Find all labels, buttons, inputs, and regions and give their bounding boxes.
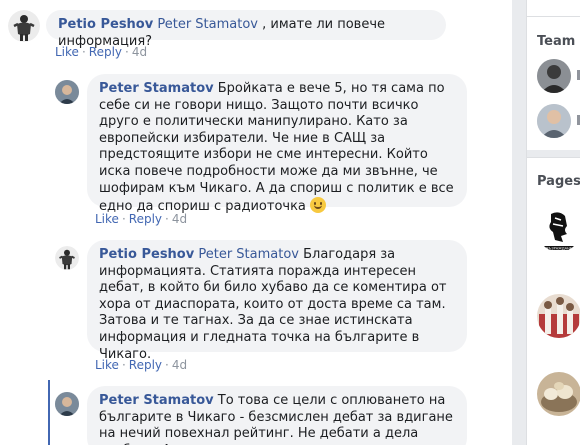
like-link[interactable]: Like <box>55 45 79 59</box>
comment-text: Бройката е вече 5, но тя сама по себе си… <box>99 81 454 215</box>
comment-timestamp[interactable]: 4d <box>172 358 187 372</box>
team-members-title: Team Me <box>537 34 580 49</box>
comment-item: Petio Peshov Peter Stamatov , имате ли п… <box>8 10 446 49</box>
comment-mention[interactable]: Peter Stamatov <box>198 247 299 262</box>
comment-mention[interactable]: Peter Stamatov <box>157 17 258 32</box>
avatar[interactable] <box>55 246 79 270</box>
page-photo-thumbnail[interactable] <box>537 372 580 416</box>
comment-bubble: Petio Peshov Peter Stamatov , имате ли п… <box>46 10 446 49</box>
comment-author[interactable]: Petio Peshov <box>99 247 194 262</box>
sidebar-divider <box>527 157 580 158</box>
like-link[interactable]: Like <box>95 358 119 372</box>
comment-timestamp[interactable]: 4d <box>132 45 147 59</box>
reply-link[interactable]: Reply <box>129 358 162 372</box>
comment-item: Peter Stamatov То това се цели с оплюван… <box>55 386 467 445</box>
comment-bubble: Petio Peshov Peter Stamatov Благодаря за… <box>87 240 467 362</box>
comment-actions: Like · Reply · 4d <box>95 212 188 226</box>
comment-author[interactable]: Peter Stamatov <box>99 81 214 96</box>
pages-liked-title: Pages L <box>537 174 580 189</box>
section-gap <box>527 150 580 157</box>
right-sidebar: Team Me Pages L ВЪЗРАЖДАНЕ <box>526 0 580 445</box>
avatar[interactable] <box>55 392 79 416</box>
comments-feed: Petio Peshov Peter Stamatov , имате ли п… <box>0 0 512 445</box>
like-link[interactable]: Like <box>95 212 119 226</box>
avatar[interactable] <box>55 80 79 104</box>
avatar[interactable] <box>8 10 40 42</box>
comment-text: Благодаря за информацията. Статията пора… <box>99 247 447 362</box>
page-logo-text: ВЪЗРАЖДАНЕ <box>546 247 572 251</box>
comment-author[interactable]: Peter Stamatov <box>99 393 214 408</box>
comment-actions: Like · Reply · 4d <box>55 45 148 59</box>
comment-bubble: Peter Stamatov То това се цели с оплюван… <box>87 386 467 445</box>
comment-author[interactable]: Petio Peshov <box>58 17 153 32</box>
sidebar-divider <box>527 16 580 17</box>
column-divider <box>512 0 526 445</box>
thread-highlight-bar <box>48 380 50 445</box>
reply-link[interactable]: Reply <box>129 212 162 226</box>
team-member-avatar[interactable] <box>537 59 571 93</box>
team-member-avatar[interactable] <box>537 104 571 138</box>
comment-item: Petio Peshov Peter Stamatov Благодаря за… <box>55 240 467 362</box>
comment-item: Peter Stamatov Бройката е вече 5, но тя … <box>55 74 467 214</box>
reply-link[interactable]: Reply <box>89 45 122 59</box>
comment-bubble: Peter Stamatov Бройката е вече 5, но тя … <box>87 74 467 214</box>
page-photo-thumbnail[interactable] <box>537 294 580 338</box>
comment-timestamp[interactable]: 4d <box>172 212 187 226</box>
comment-actions: Like · Reply · 4d <box>95 358 188 372</box>
page-logo-thumbnail[interactable]: ВЪЗРАЖДАНЕ <box>537 208 580 252</box>
smiley-icon <box>310 197 327 214</box>
